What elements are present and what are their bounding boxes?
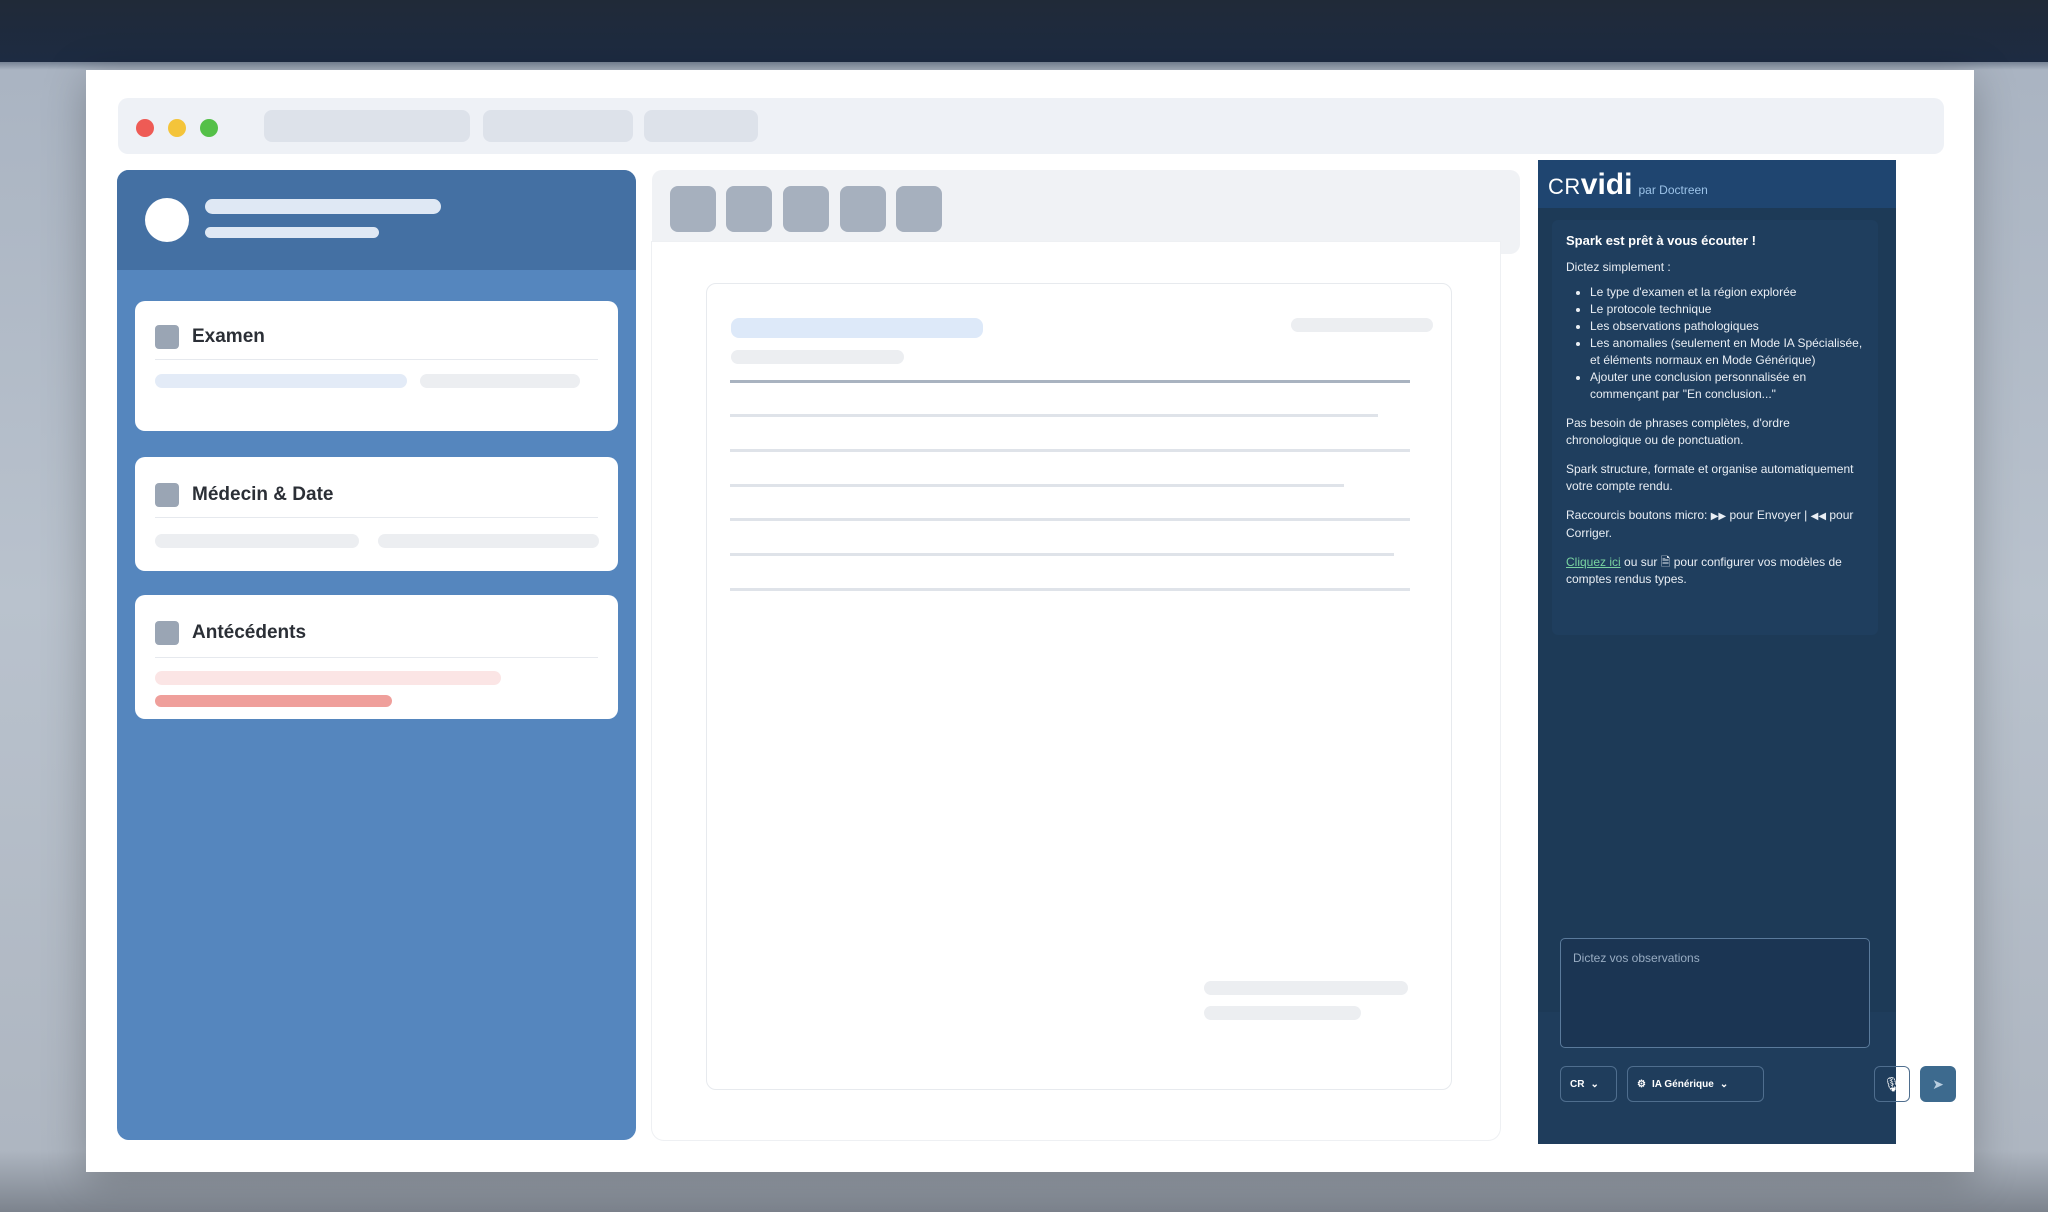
placeholder-bar	[155, 671, 501, 685]
patient-sidebar: Examen Médecin & Date Antécédents	[117, 170, 636, 1140]
placeholder-bar	[155, 695, 392, 707]
placeholder-heading	[731, 318, 983, 338]
placeholder-bar	[155, 534, 359, 548]
microphone-button[interactable]: 🎙	[1874, 1066, 1910, 1102]
logo-cr: CR	[1548, 174, 1581, 199]
text-line	[730, 449, 1410, 452]
toolbar-button[interactable]	[670, 186, 716, 232]
toolbar-button[interactable]	[896, 186, 942, 232]
document-icon[interactable]: 🗎	[1661, 555, 1671, 569]
placeholder-line	[205, 199, 441, 214]
list-item: Ajouter une conclusion personnalisée en …	[1590, 369, 1864, 403]
instruction-list: Le type d'examen et la région explorée L…	[1590, 284, 1864, 403]
browser-tab-placeholder[interactable]	[264, 110, 470, 142]
placeholder-signature	[1204, 1006, 1361, 1020]
panel-header: CRvidi par Doctreen	[1538, 160, 1896, 208]
toolbar-button[interactable]	[726, 186, 772, 232]
checkbox[interactable]	[155, 621, 179, 645]
placeholder-bar	[155, 374, 407, 388]
text-line	[730, 553, 1394, 556]
mode-select[interactable]: CR ⌄	[1560, 1066, 1617, 1102]
text-line	[730, 484, 1344, 487]
placeholder-line	[731, 350, 904, 364]
placeholder-line	[205, 227, 379, 238]
message-paragraph: Pas besoin de phrases complètes, d'ordre…	[1566, 416, 1790, 447]
divider	[155, 657, 598, 658]
logo-vidi: vidi	[1580, 168, 1633, 201]
browser-bar	[118, 98, 1944, 154]
list-item: Les anomalies (seulement en Mode IA Spéc…	[1590, 335, 1864, 369]
maximize-window-dot[interactable]	[200, 119, 218, 137]
chevron-down-icon: ⌄	[1719, 1078, 1729, 1090]
ai-select-value: IA Générique	[1651, 1078, 1714, 1090]
text-line	[730, 588, 1410, 591]
link-text: ou sur	[1624, 555, 1658, 569]
shortcut-send-text: pour Envoyer |	[1729, 508, 1808, 522]
placeholder-signature	[1204, 981, 1408, 995]
minimize-window-dot[interactable]	[168, 119, 186, 137]
rewind-icon: ◀◀	[1810, 511, 1827, 522]
close-window-dot[interactable]	[136, 119, 154, 137]
dictation-input[interactable]: Dictez vos observations	[1560, 938, 1870, 1048]
send-button[interactable]: ➤	[1920, 1066, 1956, 1102]
card-antecedents[interactable]: Antécédents	[135, 595, 618, 719]
divider	[155, 359, 598, 360]
ai-robot-icon: ⚙	[1637, 1078, 1646, 1090]
desktop-top-band	[0, 0, 2048, 62]
toolbar-button[interactable]	[840, 186, 886, 232]
shortcuts-label: Raccourcis boutons micro:	[1566, 508, 1708, 522]
browser-tab-placeholder[interactable]	[483, 110, 633, 142]
report-document[interactable]	[706, 283, 1452, 1090]
checkbox[interactable]	[155, 325, 179, 349]
text-line	[730, 414, 1378, 417]
assistant-message: Spark est prêt à vous écouter ! Dictez s…	[1552, 220, 1878, 635]
config-paragraph: Cliquez ici ou sur 🗎 pour configurer vos…	[1566, 554, 1864, 588]
list-item: Les observations pathologiques	[1590, 318, 1864, 335]
message-title: Spark est prêt à vous écouter !	[1566, 233, 1757, 248]
message-paragraph: Spark structure, formate et organise aut…	[1566, 462, 1854, 493]
checkbox[interactable]	[155, 483, 179, 507]
browser-tab-placeholder[interactable]	[644, 110, 758, 142]
microphone-icon: 🎙	[1883, 1075, 1901, 1092]
shortcuts-paragraph: Raccourcis boutons micro: ▶▶ pour Envoye…	[1566, 507, 1864, 542]
chevron-down-icon: ⌄	[1590, 1078, 1599, 1090]
card-medecin-date[interactable]: Médecin & Date	[135, 457, 618, 571]
list-item: Le protocole technique	[1590, 301, 1864, 318]
text-line	[730, 518, 1410, 521]
card-title: Médecin & Date	[192, 484, 334, 505]
configure-link[interactable]: Cliquez ici	[1566, 555, 1621, 569]
placeholder-bar	[378, 534, 599, 548]
placeholder-bar	[420, 374, 580, 388]
card-title: Examen	[192, 326, 265, 347]
card-title: Antécédents	[192, 622, 307, 643]
send-icon: ➤	[1932, 1075, 1944, 1092]
ai-mode-select[interactable]: ⚙ IA Générique ⌄	[1627, 1066, 1764, 1102]
divider	[730, 380, 1410, 383]
app-window: Examen Médecin & Date Antécédents CRvidi…	[86, 70, 1974, 1172]
crvidi-logo: CRvidi par Doctreen	[1548, 168, 1708, 202]
card-examen[interactable]: Examen	[135, 301, 618, 431]
divider	[155, 517, 598, 518]
mode-select-value: CR	[1570, 1078, 1585, 1090]
fast-forward-icon: ▶▶	[1710, 511, 1727, 522]
list-item: Le type d'examen et la région explorée	[1590, 284, 1864, 301]
placeholder-date	[1291, 318, 1433, 332]
avatar	[145, 198, 189, 242]
logo-tagline: par Doctreen	[1638, 183, 1708, 197]
message-intro: Dictez simplement :	[1566, 260, 1671, 274]
toolbar-button[interactable]	[783, 186, 829, 232]
sidebar-header	[117, 170, 636, 270]
